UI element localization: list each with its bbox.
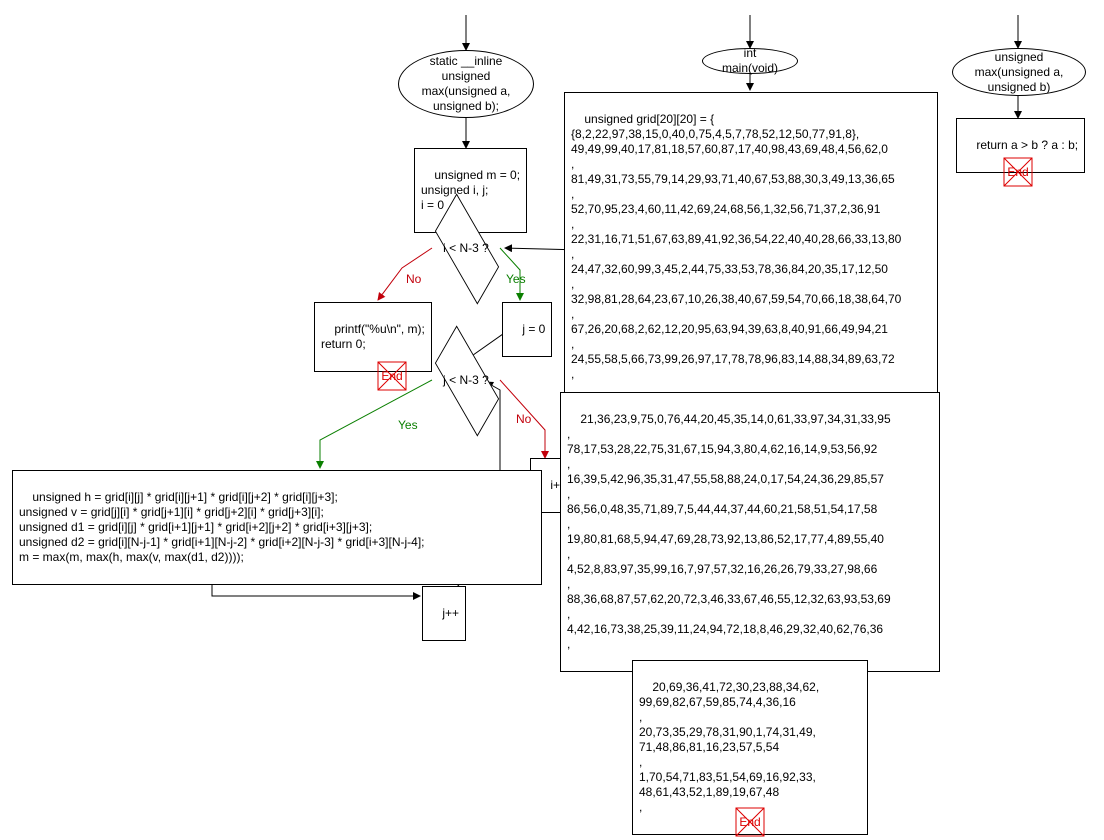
cond-i-yes-label: Yes [506,272,526,286]
mid-end-text: End [739,815,760,829]
mid-func-signature-text: int main(void) [717,46,783,76]
mid-func-signature: int main(void) [702,48,798,74]
left-init-text: unsigned m = 0; unsigned i, j; i = 0 [421,168,520,212]
left-cond-i: i < N-3 ? [426,228,506,268]
cond-j-no-label: No [516,412,531,426]
left-jpp-text: j++ [442,606,459,620]
left-end-1-text: End [381,369,402,383]
left-jinit-text: j = 0 [522,322,545,336]
left-print-block: printf("%u\n", m); return 0; [314,302,432,372]
left-jinit-block: j = 0 [502,302,552,357]
right-return-text: return a > b ? a : b; [976,138,1078,152]
left-func-signature-text: static __inline unsigned max(unsigned a,… [413,54,519,114]
mid-end: End [732,804,768,840]
left-func-signature: static __inline unsigned max(unsigned a,… [398,50,534,118]
mid-grid-block-2-text: 21,36,23,9,75,0,76,44,20,45,35,14,0,61,3… [567,412,891,651]
left-cond-j: j < N-3 ? [426,360,506,400]
mid-grid-block-2: 21,36,23,9,75,0,76,44,20,45,35,14,0,61,3… [560,392,940,672]
right-func-signature: unsigned max(unsigned a, unsigned b) [952,48,1086,96]
right-end-text: End [1007,165,1028,179]
mid-grid-block-3-text: 20,69,36,41,72,30,23,88,34,62, 99,69,82,… [639,680,819,814]
left-print-text: printf("%u\n", m); return 0; [321,322,425,351]
left-end-1: End [374,358,410,394]
right-func-signature-text: unsigned max(unsigned a, unsigned b) [967,50,1071,95]
left-cond-j-text: j < N-3 ? [426,360,506,400]
mid-grid-block-1-text: unsigned grid[20][20] = { {8,2,22,97,38,… [571,112,901,381]
left-jpp-block: j++ [422,586,466,641]
cond-j-yes-label: Yes [398,418,418,432]
left-body-block: unsigned h = grid[i][j] * grid[i][j+1] *… [12,470,542,585]
mid-grid-block-1: unsigned grid[20][20] = { {8,2,22,97,38,… [564,92,938,402]
left-cond-i-text: i < N-3 ? [426,228,506,268]
left-body-text: unsigned h = grid[i][j] * grid[i][j+1] *… [19,490,425,564]
right-end: End [1000,154,1036,190]
cond-i-no-label: No [406,272,421,286]
